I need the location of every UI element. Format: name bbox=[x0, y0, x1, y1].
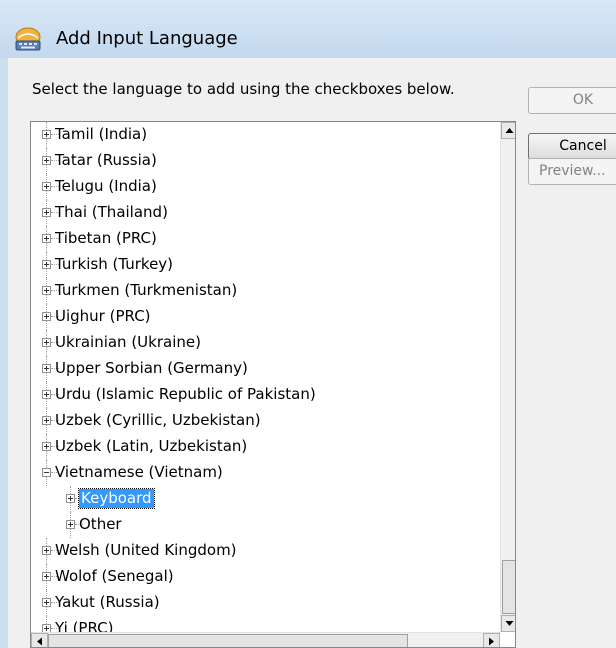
tree-language-item[interactable]: Vietnamese (Vietnam) bbox=[31, 460, 500, 486]
expand-plus-icon[interactable] bbox=[42, 338, 51, 347]
expand-plus-icon[interactable] bbox=[42, 208, 51, 217]
tree-item-label: Tamil (India) bbox=[55, 125, 148, 143]
scroll-left-button[interactable] bbox=[31, 633, 48, 647]
tree-item-label: Turkish (Turkey) bbox=[55, 255, 174, 273]
expand-plus-icon[interactable] bbox=[42, 286, 51, 295]
instruction-text: Select the language to add using the che… bbox=[32, 80, 455, 98]
tree-child-item[interactable]: Keyboard bbox=[31, 486, 500, 512]
cancel-button[interactable]: Cancel bbox=[528, 133, 616, 160]
vertical-scroll-thumb[interactable] bbox=[502, 560, 515, 614]
tree-item-label: Ukrainian (Ukraine) bbox=[55, 333, 201, 351]
preview-button-label: Preview... bbox=[539, 163, 606, 179]
tree-language-item[interactable]: Tibetan (PRC) bbox=[31, 226, 500, 252]
tree-language-item[interactable]: Ukrainian (Ukraine) bbox=[31, 330, 500, 356]
expand-plus-icon[interactable] bbox=[42, 182, 51, 191]
expand-plus-icon[interactable] bbox=[42, 572, 51, 581]
tree-item-label: Telugu (India) bbox=[55, 177, 157, 195]
title-bar[interactable]: Add Input Language bbox=[0, 0, 616, 58]
tree-child-item[interactable]: Other bbox=[31, 512, 500, 538]
tree-language-item[interactable]: Uighur (PRC) bbox=[31, 304, 500, 330]
tree-language-item[interactable]: Urdu (Islamic Republic of Pakistan) bbox=[31, 382, 500, 408]
arrow-up-icon bbox=[505, 128, 514, 133]
tree-item-label: Thai (Thailand) bbox=[55, 203, 168, 221]
tree-language-item[interactable]: Welsh (United Kingdom) bbox=[31, 538, 500, 564]
tree-language-item[interactable]: Telugu (India) bbox=[31, 174, 500, 200]
expand-plus-icon[interactable] bbox=[42, 416, 51, 425]
arrow-down-icon bbox=[505, 621, 514, 626]
scroll-down-button[interactable] bbox=[501, 615, 515, 632]
expand-plus-icon[interactable] bbox=[66, 520, 75, 529]
scroll-up-button[interactable] bbox=[501, 122, 515, 139]
horizontal-scroll-thumb[interactable] bbox=[48, 634, 408, 647]
tree-item-label: Uzbek (Latin, Uzbekistan) bbox=[55, 437, 248, 455]
tree-item-label: Vietnamese (Vietnam) bbox=[55, 463, 223, 481]
tree-item-label: Welsh (United Kingdom) bbox=[55, 541, 237, 559]
dialog-body: Select the language to add using the che… bbox=[8, 58, 616, 648]
vertical-scrollbar[interactable] bbox=[500, 122, 515, 632]
horizontal-scrollbar[interactable] bbox=[31, 632, 500, 647]
expand-plus-icon[interactable] bbox=[42, 312, 51, 321]
tree-language-item[interactable]: Yakut (Russia) bbox=[31, 590, 500, 616]
tree-language-item[interactable]: Upper Sorbian (Germany) bbox=[31, 356, 500, 382]
tree-item-label: Uzbek (Cyrillic, Uzbekistan) bbox=[55, 411, 261, 429]
expand-plus-icon[interactable] bbox=[42, 546, 51, 555]
tree-item-label: Uighur (PRC) bbox=[55, 307, 151, 325]
arrow-left-icon bbox=[37, 637, 42, 646]
expand-plus-icon[interactable] bbox=[66, 494, 75, 503]
tree-item-label: Tatar (Russia) bbox=[55, 151, 157, 169]
window-title: Add Input Language bbox=[56, 28, 238, 49]
ok-button[interactable]: OK bbox=[528, 87, 616, 114]
tree-language-item[interactable]: Turkmen (Turkmenistan) bbox=[31, 278, 500, 304]
language-tree[interactable]: Tamil (India) Tatar (Russia) Telugu (India… bbox=[30, 121, 516, 648]
tree-item-label: Upper Sorbian (Germany) bbox=[55, 359, 248, 377]
tree-item-label: Yakut (Russia) bbox=[55, 593, 160, 611]
collapse-minus-icon[interactable] bbox=[42, 468, 51, 477]
tree-language-item[interactable]: Uzbek (Cyrillic, Uzbekistan) bbox=[31, 408, 500, 434]
tree-language-item[interactable]: Tatar (Russia) bbox=[31, 148, 500, 174]
scroll-right-button[interactable] bbox=[483, 633, 500, 647]
tree-item-label: Wolof (Senegal) bbox=[55, 567, 174, 585]
tree-language-item[interactable]: Thai (Thailand) bbox=[31, 200, 500, 226]
keyboard-globe-icon bbox=[15, 27, 41, 51]
tree-item-label: Turkmen (Turkmenistan) bbox=[55, 281, 238, 299]
expand-plus-icon[interactable] bbox=[42, 364, 51, 373]
tree-language-item[interactable]: Wolof (Senegal) bbox=[31, 564, 500, 590]
expand-plus-icon[interactable] bbox=[42, 598, 51, 607]
tree-language-item[interactable]: Uzbek (Latin, Uzbekistan) bbox=[31, 434, 500, 460]
tree-item-label: Other bbox=[79, 515, 122, 533]
tree-item-label: Urdu (Islamic Republic of Pakistan) bbox=[55, 385, 316, 403]
expand-plus-icon[interactable] bbox=[42, 442, 51, 451]
add-input-language-dialog: Add Input Language Select the language t… bbox=[0, 0, 616, 648]
expand-plus-icon[interactable] bbox=[42, 234, 51, 243]
arrow-right-icon bbox=[489, 637, 494, 646]
tree-item-label: Keyboard bbox=[78, 488, 155, 509]
expand-plus-icon[interactable] bbox=[42, 156, 51, 165]
preview-button[interactable]: Preview... bbox=[528, 158, 616, 185]
expand-plus-icon[interactable] bbox=[42, 130, 51, 139]
expand-plus-icon[interactable] bbox=[42, 260, 51, 269]
tree-item-label: Tibetan (PRC) bbox=[55, 229, 157, 247]
expand-plus-icon[interactable] bbox=[42, 390, 51, 399]
tree-language-item[interactable]: Turkish (Turkey) bbox=[31, 252, 500, 278]
tree-language-item[interactable]: Tamil (India) bbox=[31, 122, 500, 148]
